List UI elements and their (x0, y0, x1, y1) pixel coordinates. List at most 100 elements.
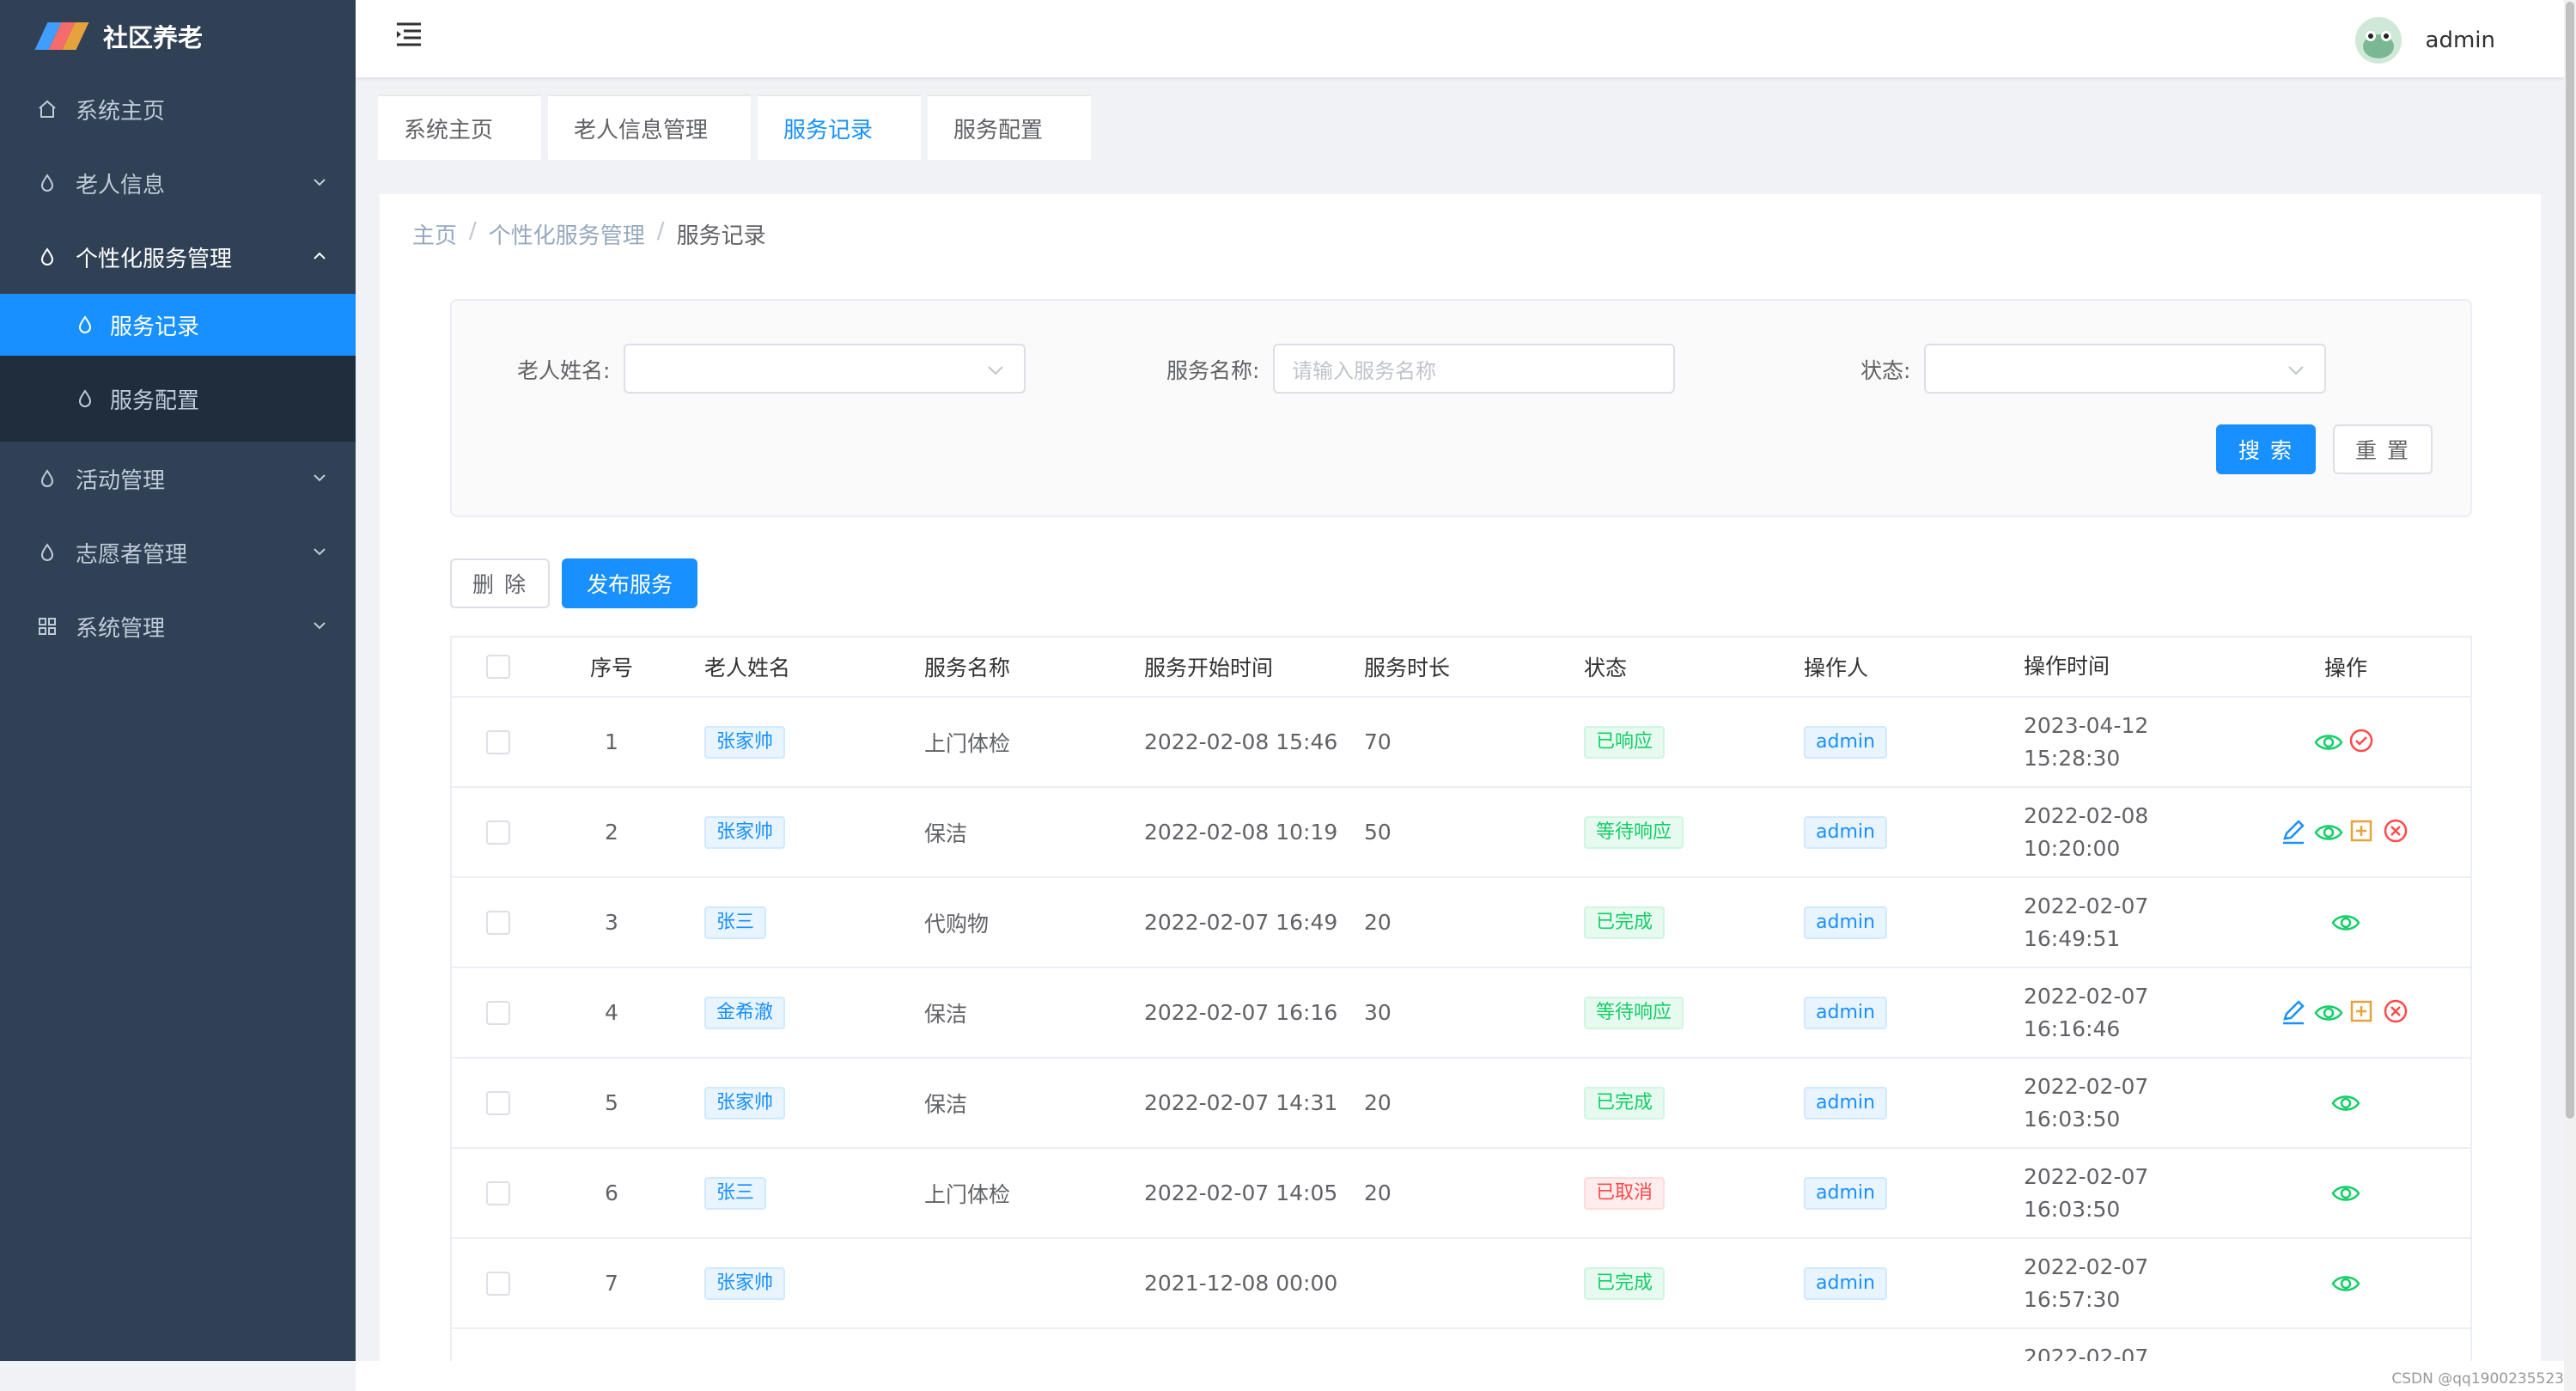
page-scrollbar[interactable] (2564, 0, 2576, 1391)
row-checkbox[interactable] (486, 910, 510, 935)
view-icon[interactable] (2331, 1269, 2360, 1298)
name-cell: 张家帅 (679, 1086, 898, 1120)
add-icon[interactable] (2348, 818, 2378, 847)
tab-service-record[interactable]: 服务记录 (758, 95, 921, 160)
service-name-input[interactable]: 请输入服务名称 (1273, 344, 1675, 394)
table-row: 3 张三 代购物 2022-02-07 16:49 20 已完成 admin 2… (452, 878, 2470, 968)
sidebar-item-label: 个性化服务管理 (76, 246, 233, 272)
sidebar-item-service-record[interactable]: 服务记录 (0, 294, 356, 356)
view-icon[interactable] (2314, 728, 2343, 757)
op-date: 2022-02-07 (2024, 1254, 2149, 1279)
add-icon[interactable] (2348, 998, 2378, 1028)
start-time: 2022-02-08 10:19 (1144, 820, 1338, 845)
edit-icon[interactable] (2280, 998, 2309, 1028)
publish-service-button[interactable]: 发布服务 (562, 558, 697, 608)
confirm-icon[interactable] (2348, 728, 2378, 757)
start-time: 2021-12-08 00:00 (1144, 1271, 1338, 1296)
tab-home[interactable]: 系统主页 (378, 95, 541, 160)
cancel-icon[interactable] (2383, 818, 2412, 847)
reset-button[interactable]: 重 置 (2333, 424, 2433, 474)
drop-icon (36, 172, 58, 194)
search-form: 老人姓名: 服务名称: 请输入服务名称 状态: 搜 索 重 置 (450, 299, 2472, 517)
op-date: 2022-02-07 (2024, 893, 2149, 918)
breadcrumb-parent[interactable]: 个性化服务管理 (489, 218, 645, 250)
sidebar-item-personal-service[interactable]: 个性化服务管理 (0, 220, 356, 294)
main-panel: 主页 / 个性化服务管理 / 服务记录 老人姓名: 服务名称: 请输入服务名称 … (380, 194, 2541, 1374)
sidebar-item-activity[interactable]: 活动管理 (0, 442, 356, 516)
sidebar-item-service-config[interactable]: 服务配置 (0, 356, 356, 442)
row-checkbox[interactable] (486, 1000, 510, 1025)
hamburger-icon[interactable] (393, 19, 424, 50)
delete-button[interactable]: 删 除 (450, 558, 550, 608)
row-index: 4 (605, 1000, 618, 1025)
select-all-checkbox[interactable] (486, 655, 510, 679)
operator-tag: admin (1804, 815, 1887, 849)
breadcrumb-home[interactable]: 主页 (412, 218, 457, 250)
view-icon[interactable] (2314, 818, 2343, 847)
status-cell: 已响应 (1558, 725, 1778, 759)
table-body: 1 张家帅 上门体检 2022-02-08 15:46 70 已响应 admin… (452, 698, 2470, 1329)
row-actions (2218, 818, 2474, 847)
name-cell: 金希澈 (679, 996, 898, 1029)
operator-tag: admin (1804, 725, 1887, 759)
sidebar-item-label: 服务配置 (110, 387, 200, 414)
view-icon[interactable] (2314, 998, 2343, 1028)
elder-name-label: 老人姓名: (517, 358, 611, 383)
op-date: 2023-04-12 (2024, 712, 2149, 738)
status-badge: 等待响应 (1584, 815, 1684, 849)
chevron-down-icon (314, 622, 326, 630)
row-index: 2 (605, 820, 618, 845)
app-logo[interactable]: 社区养老 (0, 0, 356, 72)
delete-button-label: 删 除 (472, 572, 527, 597)
checkbox-cell (452, 729, 545, 754)
view-icon[interactable] (2331, 1089, 2360, 1118)
status-badge: 等待响应 (1584, 996, 1684, 1029)
view-icon[interactable] (2331, 1179, 2360, 1208)
publish-button-label: 发布服务 (586, 572, 673, 597)
sidebar-item-elder-info[interactable]: 老人信息 (0, 146, 356, 220)
row-index: 5 (605, 1090, 618, 1115)
service-name-placeholder: 请输入服务名称 (1292, 358, 1436, 383)
row-actions (2218, 728, 2474, 757)
row-checkbox[interactable] (486, 1271, 510, 1296)
scrollbar-thumb[interactable] (2566, 2, 2574, 1119)
operator-tag: admin (1804, 1176, 1887, 1210)
grid-icon (36, 615, 58, 638)
status-badge: 已响应 (1584, 725, 1666, 759)
op-time: 16:03:50 (2024, 1196, 2121, 1222)
bottom-strip (356, 1361, 2576, 1391)
header-op-time: 操作时间 (2024, 654, 2110, 679)
status-select[interactable] (1924, 344, 2326, 394)
checkbox-cell (452, 910, 545, 935)
search-button[interactable]: 搜 索 (2216, 424, 2316, 474)
op-date: 2022-02-07 (2024, 1073, 2149, 1099)
tab-elder-info[interactable]: 老人信息管理 (548, 95, 751, 160)
elder-name-tag: 张三 (704, 906, 767, 939)
view-icon[interactable] (2331, 908, 2360, 937)
row-checkbox[interactable] (486, 1181, 510, 1205)
start-time: 2022-02-08 15:46 (1144, 729, 1338, 754)
checkbox-cell (452, 1271, 545, 1296)
sidebar-item-system[interactable]: 系统管理 (0, 589, 356, 663)
tab-service-config[interactable]: 服务配置 (928, 95, 1091, 160)
name-cell: 张三 (679, 1176, 898, 1210)
row-checkbox[interactable] (486, 820, 510, 845)
edit-icon[interactable] (2280, 818, 2309, 847)
op-time-cell: 2022-02-07 16:03:50 (1998, 1161, 2218, 1226)
cancel-icon[interactable] (2383, 998, 2412, 1028)
row-index: 1 (605, 729, 618, 754)
chevron-down-icon (314, 179, 326, 186)
row-index: 6 (605, 1181, 618, 1205)
sidebar-item-volunteer[interactable]: 志愿者管理 (0, 516, 356, 589)
user-menu[interactable]: admin (2354, 17, 2495, 64)
op-time-cell: 2022-02-08 10:20:00 (1998, 800, 2218, 865)
elder-name-select[interactable] (624, 344, 1026, 394)
row-checkbox[interactable] (486, 1090, 510, 1115)
tabs-bar: 系统主页 老人信息管理 服务记录 服务配置 (378, 95, 1091, 160)
service-name: 上门体检 (924, 730, 1011, 756)
avatar[interactable] (2354, 17, 2402, 64)
status-cell: 已完成 (1558, 1086, 1778, 1120)
sidebar-item-home[interactable]: 系统主页 (0, 72, 356, 146)
row-checkbox[interactable] (486, 729, 510, 754)
home-icon (36, 98, 58, 120)
